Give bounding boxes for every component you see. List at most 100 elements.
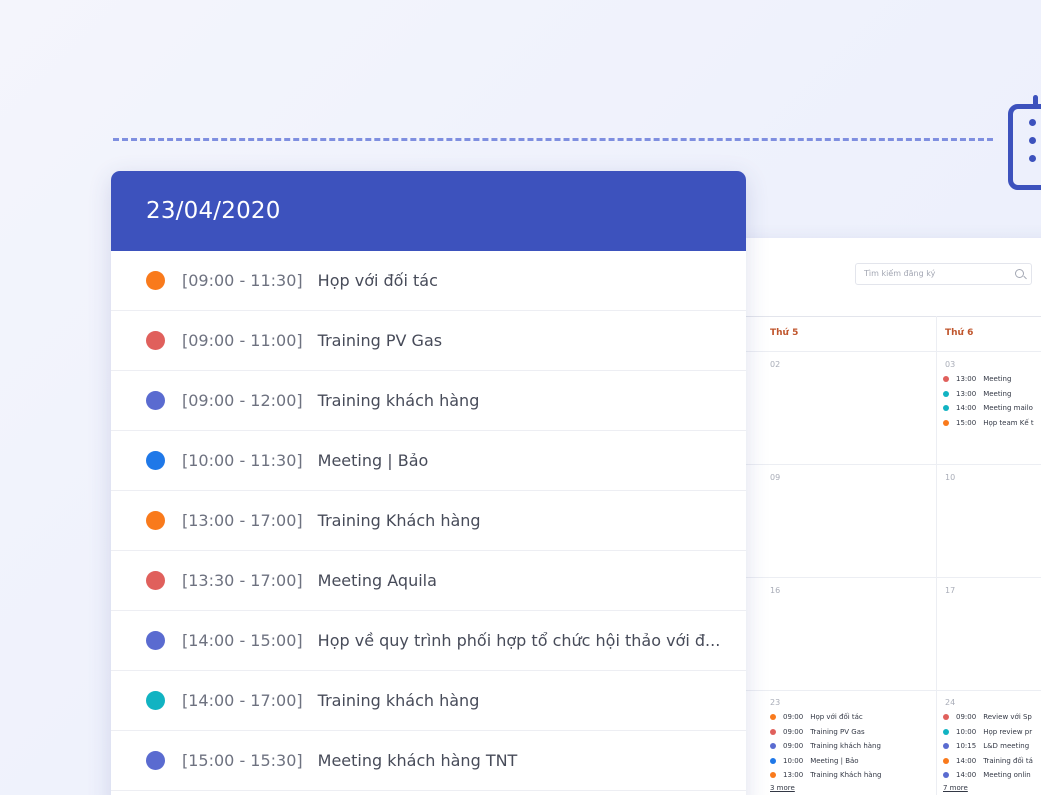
event-dot <box>943 419 949 426</box>
calendar-icon <box>1008 95 1041 190</box>
agenda-item[interactable]: [09:00 - 11:30] Họp với đối tác <box>111 251 746 311</box>
calendar-event[interactable]: 13:00 Meeting <box>943 372 1034 387</box>
calendar-event[interactable]: 09:00 Training PV Gas <box>770 725 881 740</box>
agenda-item-time: [13:00 - 17:00] <box>182 511 303 530</box>
event-dot <box>770 728 776 735</box>
calendar-icon-dot <box>1029 155 1036 162</box>
calendar-event[interactable]: 10:00 Họp review pr <box>943 725 1033 740</box>
calendar-ring <box>1033 95 1038 107</box>
event-dot <box>770 772 776 779</box>
event-color-dot <box>146 451 165 470</box>
calendar-event[interactable]: 10:00 Meeting | Bảo <box>770 754 881 769</box>
day-cell-number[interactable]: 02 <box>770 360 780 369</box>
calendar-event[interactable]: 09:00 Họp với đối tác <box>770 710 881 725</box>
event-title: Họp với đối tác <box>810 713 863 721</box>
event-dot <box>943 728 949 735</box>
agenda-list: [09:00 - 11:30] Họp với đối tác [09:00 - … <box>111 251 746 791</box>
event-time: 13:00 <box>783 771 804 779</box>
day-cell-number[interactable]: 17 <box>945 586 955 595</box>
event-color-dot <box>146 751 165 770</box>
agenda-item-time: [15:00 - 15:30] <box>182 751 303 770</box>
agenda-item-title: Meeting khách hàng TNT <box>317 751 518 770</box>
day-cell-number[interactable]: 10 <box>945 473 955 482</box>
event-color-dot <box>146 571 165 590</box>
event-time: 14:00 <box>956 756 977 765</box>
more-events-link[interactable]: 7 more <box>943 784 968 792</box>
agenda-item-time: [13:30 - 17:00] <box>182 571 303 590</box>
calendar-event[interactable]: 15:00 Họp team Kế t <box>943 416 1034 431</box>
calendar-event[interactable]: 14:00 Meeting onlin <box>943 768 1033 783</box>
agenda-item-title: Họp về quy trình phối hợp tổ chức hội th… <box>317 631 721 650</box>
event-time: 09:00 <box>956 713 977 721</box>
agenda-item-time: [14:00 - 17:00] <box>182 691 303 710</box>
agenda-item[interactable]: [13:30 - 17:00] Meeting Aquila <box>111 551 746 611</box>
day-events-03: 13:00 Meeting 13:00 Meeting 14:00 Meeting m… <box>943 372 1034 430</box>
month-calendar-panel: Tìm kiếm đăng ký Thứ 5 Thứ 6 02 03 13:00… <box>700 238 1041 795</box>
event-dot <box>943 376 949 383</box>
event-title: Meeting <box>983 389 1012 398</box>
more-events-link[interactable]: 3 more <box>770 784 795 792</box>
calendar-row-divider <box>746 690 1041 691</box>
event-color-dot <box>146 691 165 710</box>
agenda-item[interactable]: [14:00 - 17:00] Training khách hàng <box>111 671 746 731</box>
agenda-item-time: [09:00 - 12:00] <box>182 391 303 410</box>
calendar-icon-dot <box>1029 119 1036 126</box>
event-title: Meeting <box>983 375 1012 383</box>
event-time: 10:00 <box>956 727 977 736</box>
day-cell-number[interactable]: 16 <box>770 586 780 595</box>
event-time: 15:00 <box>956 418 977 427</box>
event-title: Meeting onlin <box>983 771 1031 779</box>
agenda-item[interactable]: [10:00 - 11:30] Meeting | Bảo <box>111 431 746 491</box>
day-cell-number[interactable]: 24 <box>945 698 955 707</box>
day-agenda-card: 23/04/2020 [09:00 - 11:30] Họp với đối tá… <box>111 171 746 795</box>
calendar-search-placeholder: Tìm kiếm đăng ký <box>864 269 936 278</box>
event-time: 09:00 <box>783 727 804 736</box>
event-title: Meeting | Bảo <box>810 756 859 765</box>
calendar-event[interactable]: 09:00 Training khách hàng <box>770 739 881 754</box>
day-cell-number[interactable]: 23 <box>770 698 780 707</box>
day-header-thu6: Thứ 6 <box>945 328 974 338</box>
agenda-item-time: [14:00 - 15:00] <box>182 631 303 650</box>
calendar-event[interactable]: 14:00 Meeting mailo <box>943 401 1034 416</box>
event-dot <box>943 405 949 412</box>
event-title: L&D meeting <box>983 742 1030 750</box>
event-dot <box>770 714 776 721</box>
event-time: 13:00 <box>956 375 977 383</box>
calendar-search-input[interactable]: Tìm kiếm đăng ký <box>855 263 1032 285</box>
agenda-item[interactable]: [09:00 - 12:00] Training khách hàng <box>111 371 746 431</box>
calendar-event[interactable]: 09:00 Review với Sp <box>943 710 1033 725</box>
agenda-item-title: Meeting | Bảo <box>317 451 429 470</box>
agenda-item[interactable]: [09:00 - 11:00] Training PV Gas <box>111 311 746 371</box>
day-cell-number[interactable]: 03 <box>945 360 955 369</box>
agenda-item-title: Meeting Aquila <box>317 571 437 590</box>
day-cell-number[interactable]: 09 <box>770 473 780 482</box>
event-color-dot <box>146 331 165 350</box>
event-dot <box>770 757 776 764</box>
agenda-item-time: [09:00 - 11:00] <box>182 331 303 350</box>
search-icon[interactable] <box>1015 269 1024 278</box>
agenda-item-title: Training Khách hàng <box>317 511 481 530</box>
event-title: Training PV Gas <box>810 727 865 736</box>
event-title: Training khách hàng <box>810 742 881 750</box>
agenda-item[interactable]: [15:00 - 15:30] Meeting khách hàng TNT <box>111 731 746 791</box>
calendar-column-divider <box>936 316 937 795</box>
event-color-dot <box>146 631 165 650</box>
event-title: Training Khách hàng <box>810 771 882 779</box>
calendar-event[interactable]: 10:15 L&D meeting <box>943 739 1033 754</box>
day-events-23: 09:00 Họp với đối tác 09:00 Training PV Ga… <box>770 710 881 783</box>
event-dot <box>943 757 949 764</box>
calendar-event[interactable]: 13:00 Training Khách hàng <box>770 768 881 783</box>
event-time: 10:00 <box>783 756 804 765</box>
agenda-item[interactable]: [14:00 - 15:00] Họp về quy trình phối hợp… <box>111 611 746 671</box>
event-title: Họp review pr <box>983 727 1033 736</box>
event-time: 14:00 <box>956 771 977 779</box>
agenda-item-title: Họp với đối tác <box>317 271 438 290</box>
event-dot <box>943 743 949 750</box>
agenda-item-time: [10:00 - 11:30] <box>182 451 303 470</box>
event-dot <box>943 714 949 721</box>
calendar-event[interactable]: 14:00 Training đối tá <box>943 754 1033 769</box>
calendar-event[interactable]: 13:00 Meeting <box>943 387 1034 402</box>
event-time: 13:00 <box>956 389 977 398</box>
agenda-item[interactable]: [13:00 - 17:00] Training Khách hàng <box>111 491 746 551</box>
event-color-dot <box>146 271 165 290</box>
